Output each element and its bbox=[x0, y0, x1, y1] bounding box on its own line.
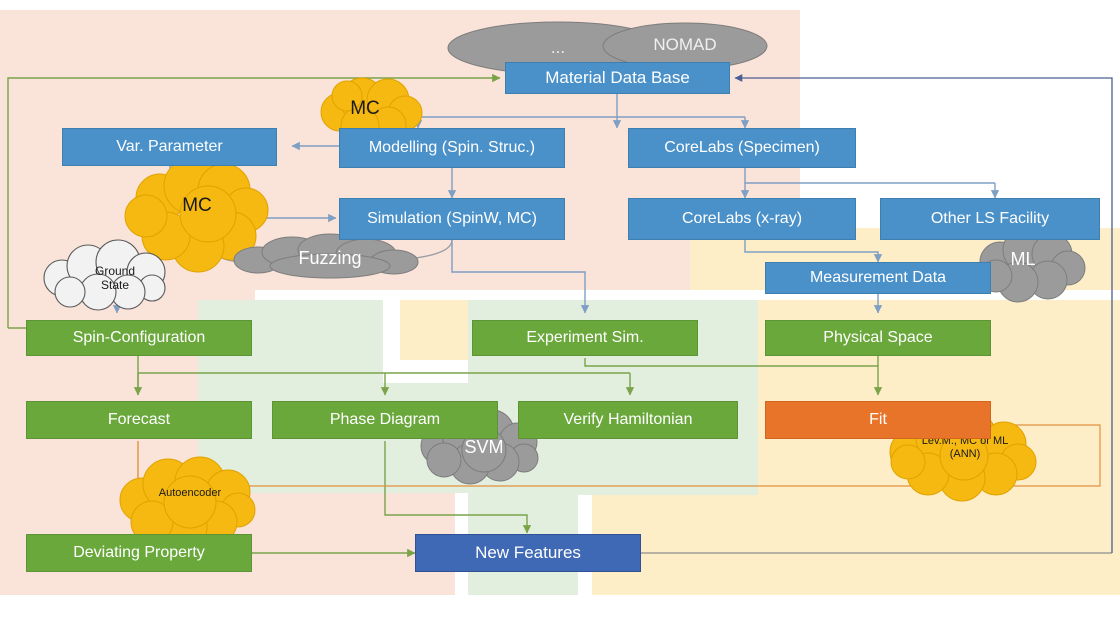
node-spin-configuration[interactable]: Spin-Configuration bbox=[26, 320, 252, 356]
node-fit[interactable]: Fit bbox=[765, 401, 991, 439]
node-var-parameter[interactable]: Var. Parameter bbox=[62, 128, 277, 166]
node-simulation[interactable]: Simulation (SpinW, MC) bbox=[339, 198, 565, 240]
node-modelling[interactable]: Modelling (Spin. Struc.) bbox=[339, 128, 565, 168]
node-forecast[interactable]: Forecast bbox=[26, 401, 252, 439]
node-material-data-base[interactable]: Material Data Base bbox=[505, 62, 730, 94]
node-verify-hamiltonian[interactable]: Verify Hamiltonian bbox=[518, 401, 738, 439]
node-deviating-property[interactable]: Deviating Property bbox=[26, 534, 252, 572]
cloud-fuzzing bbox=[233, 233, 419, 279]
diagram-canvas: ... NOMAD MC MC Fuzzing Ground State ML … bbox=[0, 0, 1120, 630]
node-experiment-sim[interactable]: Experiment Sim. bbox=[472, 320, 698, 356]
node-physical-space[interactable]: Physical Space bbox=[765, 320, 991, 356]
node-corelabs-xray[interactable]: CoreLabs (x-ray) bbox=[628, 198, 856, 240]
node-phase-diagram[interactable]: Phase Diagram bbox=[272, 401, 498, 439]
node-measurement-data[interactable]: Measurement Data bbox=[765, 262, 991, 294]
node-other-ls-facility[interactable]: Other LS Facility bbox=[880, 198, 1100, 240]
node-corelabs-specimen[interactable]: CoreLabs (Specimen) bbox=[628, 128, 856, 168]
node-new-features[interactable]: New Features bbox=[415, 534, 641, 572]
